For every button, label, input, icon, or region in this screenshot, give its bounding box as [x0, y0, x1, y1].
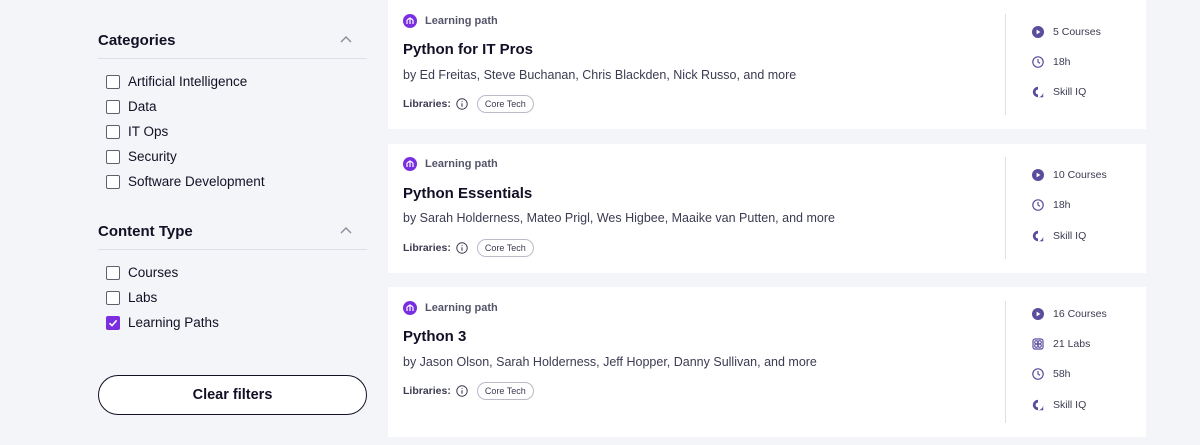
card-divider	[1005, 157, 1006, 259]
learning-path-icon	[403, 157, 417, 171]
meta-text: 16 Courses	[1053, 308, 1107, 320]
meta-text: Skill IQ	[1053, 399, 1087, 411]
card-badge: Learning path	[403, 157, 498, 171]
card-title[interactable]: Python for IT Pros	[403, 41, 533, 58]
chevron-up-icon[interactable]	[339, 33, 353, 47]
checkbox[interactable]	[106, 74, 120, 89]
checkbox[interactable]	[106, 149, 120, 164]
library-pill: Core Tech	[476, 95, 534, 113]
info-icon[interactable]	[456, 385, 468, 397]
badge-label: Learning path	[425, 302, 498, 314]
card-authors: by Sarah Holderness, Mateo Prigl, Wes Hi…	[403, 211, 835, 225]
card-title[interactable]: Python 3	[403, 328, 466, 345]
filter-option-data[interactable]: Data	[98, 94, 367, 119]
filter-option-artificial-intelligence[interactable]: Artificial Intelligence	[98, 69, 367, 94]
library-pill: Core Tech	[476, 239, 534, 257]
skill-iq-icon	[1032, 399, 1044, 411]
filter-option-courses[interactable]: Courses	[98, 260, 367, 285]
card-title[interactable]: Python Essentials	[403, 185, 532, 202]
categories-title: Categories	[98, 31, 176, 49]
clock-icon	[1032, 199, 1044, 211]
meta-text: Skill IQ	[1053, 230, 1087, 242]
card-authors: by Jason Olson, Sarah Holderness, Jeff H…	[403, 355, 817, 369]
learning-path-card[interactable]: Learning path Python 3 by Jason Olson, S…	[388, 287, 1146, 437]
checkmark-icon	[108, 319, 118, 327]
checkbox[interactable]	[106, 124, 120, 139]
meta-courses: 5 Courses	[1032, 26, 1101, 38]
filter-option-label: Learning Paths	[128, 315, 219, 330]
card-badge: Learning path	[403, 301, 498, 315]
filter-option-label: Data	[128, 99, 157, 114]
card-libraries: Libraries: Core Tech	[403, 239, 534, 257]
labs-icon	[1032, 338, 1044, 350]
filter-option-label: Artificial Intelligence	[128, 74, 248, 89]
filter-group-content-type: Content Type Courses Labs Learning Paths	[98, 221, 367, 335]
filter-option-label: Courses	[128, 265, 179, 280]
categories-header[interactable]: Categories	[98, 30, 367, 59]
libraries-label: Libraries:	[403, 385, 451, 397]
chevron-up-icon[interactable]	[339, 224, 353, 238]
checkbox[interactable]	[106, 99, 120, 114]
filter-option-software-development[interactable]: Software Development	[98, 169, 367, 194]
meta-text: 18h	[1053, 56, 1071, 68]
learning-path-icon	[403, 14, 417, 28]
card-libraries: Libraries: Core Tech	[403, 95, 534, 113]
content-type-header[interactable]: Content Type	[98, 221, 367, 250]
card-libraries: Libraries: Core Tech	[403, 382, 534, 400]
checkbox-checked[interactable]	[106, 315, 120, 330]
filter-option-label: Labs	[128, 290, 158, 305]
info-icon[interactable]	[456, 98, 468, 110]
meta-labs: 21 Labs	[1032, 338, 1090, 350]
filter-option-security[interactable]: Security	[98, 144, 367, 169]
skill-iq-icon	[1032, 230, 1044, 242]
learning-path-card[interactable]: Learning path Python Essentials by Sarah…	[388, 144, 1146, 273]
meta-courses: 16 Courses	[1032, 308, 1107, 320]
meta-skill-iq: Skill IQ	[1032, 399, 1086, 411]
meta-text: 18h	[1053, 199, 1071, 211]
clock-icon	[1032, 368, 1044, 380]
libraries-label: Libraries:	[403, 242, 451, 254]
meta-courses: 10 Courses	[1032, 169, 1107, 181]
checkbox[interactable]	[106, 265, 120, 280]
meta-duration: 18h	[1032, 199, 1071, 211]
clock-icon	[1032, 56, 1044, 68]
libraries-label: Libraries:	[403, 98, 451, 110]
filter-option-label: Software Development	[128, 174, 265, 189]
meta-text: 5 Courses	[1053, 26, 1101, 38]
content-type-title: Content Type	[98, 222, 193, 240]
play-icon	[1032, 169, 1044, 181]
card-divider	[1005, 301, 1006, 423]
card-authors: by Ed Freitas, Steve Buchanan, Chris Bla…	[403, 68, 797, 82]
filter-option-labs[interactable]: Labs	[98, 285, 367, 310]
badge-label: Learning path	[425, 15, 498, 27]
card-divider	[1005, 14, 1006, 115]
filter-option-label: Security	[128, 149, 177, 164]
filter-option-learning-paths[interactable]: Learning Paths	[98, 310, 367, 335]
learning-path-card[interactable]: Learning path Python for IT Pros by Ed F…	[388, 0, 1146, 129]
filter-option-label: IT Ops	[128, 124, 169, 139]
play-icon	[1032, 26, 1044, 38]
meta-text: 58h	[1053, 368, 1071, 380]
filter-group-categories: Categories Artificial Intelligence Data …	[98, 30, 367, 194]
meta-text: Skill IQ	[1053, 86, 1087, 98]
meta-duration: 18h	[1032, 56, 1071, 68]
checkbox[interactable]	[106, 174, 120, 189]
play-icon	[1032, 308, 1044, 320]
meta-duration: 58h	[1032, 368, 1071, 380]
filter-option-it-ops[interactable]: IT Ops	[98, 119, 367, 144]
meta-skill-iq: Skill IQ	[1032, 86, 1086, 98]
checkbox[interactable]	[106, 290, 120, 305]
clear-filters-button[interactable]: Clear filters	[98, 375, 367, 415]
info-icon[interactable]	[456, 242, 468, 254]
meta-text: 10 Courses	[1053, 169, 1107, 181]
library-pill: Core Tech	[476, 382, 534, 400]
learning-path-icon	[403, 301, 417, 315]
card-badge: Learning path	[403, 14, 498, 28]
badge-label: Learning path	[425, 158, 498, 170]
meta-text: 21 Labs	[1053, 338, 1091, 350]
meta-skill-iq: Skill IQ	[1032, 230, 1086, 242]
skill-iq-icon	[1032, 86, 1044, 98]
